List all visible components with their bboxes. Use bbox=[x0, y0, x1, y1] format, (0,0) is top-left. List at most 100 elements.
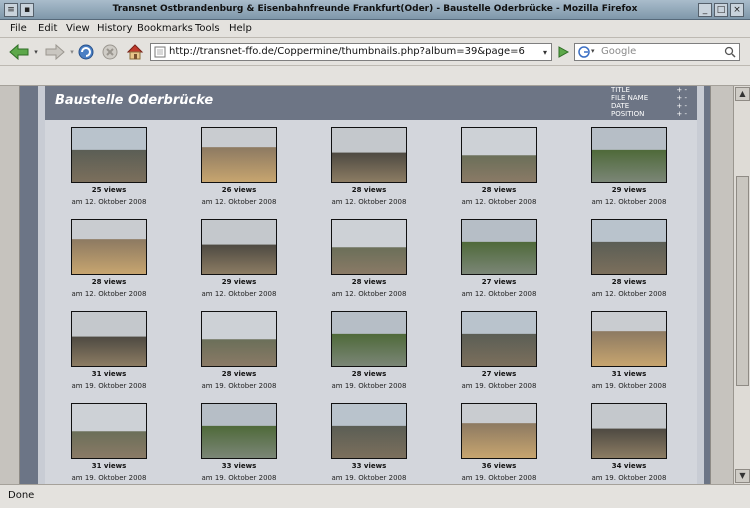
scrollbar-thumb[interactable] bbox=[736, 176, 749, 386]
thumbnail-image[interactable] bbox=[331, 311, 407, 367]
thumbnail-views: 28 views bbox=[351, 278, 387, 286]
thumbnail-image[interactable] bbox=[331, 219, 407, 275]
thumbnail-views: 28 views bbox=[351, 370, 387, 378]
thumbnail-date: am 19. Oktober 2008 bbox=[71, 474, 147, 482]
url-text: http://transnet-ffo.de/Coppermine/thumbn… bbox=[169, 46, 525, 57]
reload-icon bbox=[78, 44, 94, 60]
menu-history[interactable]: History bbox=[97, 23, 133, 34]
thumbnail-date: am 19. Oktober 2008 bbox=[461, 474, 537, 482]
sort-arrows-icon[interactable]: + - bbox=[676, 86, 687, 94]
scroll-up-button[interactable]: ▲ bbox=[735, 87, 750, 101]
thumbnail-image[interactable] bbox=[461, 403, 537, 459]
thumbnail-views: 28 views bbox=[481, 186, 517, 194]
page-content: Baustelle Oderbrücke TITLE + - FILE NAME +… bbox=[0, 86, 733, 484]
thumbnail-image[interactable] bbox=[591, 219, 667, 275]
stop-icon bbox=[102, 44, 118, 60]
window-title: Transnet Ostbrandenburg & Eisenbahnfreun… bbox=[112, 4, 638, 14]
sort-file-name[interactable]: FILE NAME + - bbox=[611, 94, 687, 102]
search-engine-dropdown-icon[interactable]: ▾ bbox=[591, 47, 595, 55]
menu-file[interactable]: File bbox=[10, 23, 27, 34]
thumbnail-date: am 19. Oktober 2008 bbox=[201, 382, 277, 390]
bookmarks-toolbar bbox=[0, 66, 750, 86]
gallery-frame: Baustelle Oderbrücke TITLE + - FILE NAME +… bbox=[38, 86, 704, 484]
status-bar: Done bbox=[0, 484, 750, 508]
thumbnail-image[interactable] bbox=[201, 311, 277, 367]
scroll-down-button[interactable]: ▼ bbox=[735, 469, 750, 483]
sort-arrows-icon[interactable]: + - bbox=[676, 110, 687, 118]
google-engine-icon[interactable] bbox=[578, 46, 590, 58]
album-title: Baustelle Oderbrücke bbox=[55, 93, 214, 108]
thumbnail-views: 31 views bbox=[611, 370, 647, 378]
home-button[interactable] bbox=[124, 42, 146, 62]
thumbnail-image[interactable] bbox=[331, 127, 407, 183]
thumbnail-image[interactable] bbox=[201, 403, 277, 459]
thumbnail-image[interactable] bbox=[201, 127, 277, 183]
search-box[interactable]: ▾ Google bbox=[574, 43, 740, 61]
thumbnail-image[interactable] bbox=[591, 311, 667, 367]
forward-history-dropdown[interactable]: ▾ bbox=[68, 42, 76, 62]
thumbnail-views: 29 views bbox=[221, 278, 257, 286]
thumbnail-views: 29 views bbox=[611, 186, 647, 194]
navigation-toolbar: ▾ ▾ http://transnet-ffo.de/Coppermine/th… bbox=[0, 38, 750, 66]
search-icon[interactable] bbox=[724, 46, 736, 58]
site-favicon-icon bbox=[154, 46, 166, 58]
thumbnail-views: 34 views bbox=[611, 462, 647, 470]
sort-date[interactable]: DATE + - bbox=[611, 102, 687, 110]
sort-arrows-icon[interactable]: + - bbox=[676, 94, 687, 102]
forward-button[interactable] bbox=[42, 42, 68, 62]
menu-bookmarks[interactable]: Bookmarks bbox=[137, 23, 193, 34]
close-button[interactable]: × bbox=[730, 3, 744, 17]
thumbnail-image[interactable] bbox=[461, 311, 537, 367]
thumbnail-image[interactable] bbox=[331, 403, 407, 459]
thumbnail-image[interactable] bbox=[71, 219, 147, 275]
window-menu-button[interactable]: ≡ bbox=[4, 3, 18, 17]
thumbnail-image[interactable] bbox=[591, 403, 667, 459]
thumbnail-views: 25 views bbox=[91, 186, 127, 194]
thumbnail-date: am 12. Oktober 2008 bbox=[71, 290, 147, 298]
menu-edit[interactable]: Edit bbox=[38, 23, 57, 34]
thumbnail-views: 31 views bbox=[91, 462, 127, 470]
sort-position[interactable]: POSITION + - bbox=[611, 110, 687, 118]
thumbnail-image[interactable] bbox=[591, 127, 667, 183]
thumbnail-image[interactable] bbox=[461, 219, 537, 275]
thumbnail-date: am 19. Oktober 2008 bbox=[591, 474, 667, 482]
menu-view[interactable]: View bbox=[66, 23, 90, 34]
thumbnail-views: 27 views bbox=[481, 278, 517, 286]
window-titlebar: ≡ ▪ Transnet Ostbrandenburg & Eisenbahnf… bbox=[0, 0, 750, 20]
thumbnail-date: am 12. Oktober 2008 bbox=[71, 198, 147, 206]
thumbnail-date: am 12. Oktober 2008 bbox=[461, 198, 537, 206]
back-history-dropdown[interactable]: ▾ bbox=[32, 42, 40, 62]
thumbnail-image[interactable] bbox=[461, 127, 537, 183]
thumbnail-views: 28 views bbox=[351, 186, 387, 194]
thumbnail-date: am 19. Oktober 2008 bbox=[331, 382, 407, 390]
thumbnail-image[interactable] bbox=[71, 311, 147, 367]
thumbnail-date: am 19. Oktober 2008 bbox=[331, 474, 407, 482]
thumbnail-image[interactable] bbox=[71, 403, 147, 459]
menu-help[interactable]: Help bbox=[229, 23, 252, 34]
thumbnail-date: am 12. Oktober 2008 bbox=[201, 198, 277, 206]
stop-button[interactable] bbox=[100, 42, 120, 62]
go-button[interactable] bbox=[554, 42, 572, 62]
reload-button[interactable] bbox=[76, 42, 96, 62]
sort-title[interactable]: TITLE + - bbox=[611, 86, 687, 94]
thumbnail-date: am 12. Oktober 2008 bbox=[331, 198, 407, 206]
address-bar[interactable]: http://transnet-ffo.de/Coppermine/thumbn… bbox=[150, 43, 552, 61]
menu-tools[interactable]: Tools bbox=[195, 23, 220, 34]
url-history-dropdown[interactable]: ▾ bbox=[538, 42, 552, 62]
maximize-button[interactable]: □ bbox=[714, 3, 728, 17]
thumbnail-date: am 12. Oktober 2008 bbox=[331, 290, 407, 298]
vertical-scrollbar[interactable]: ▲ ▼ bbox=[733, 86, 750, 484]
thumbnail-image[interactable] bbox=[71, 127, 147, 183]
back-button[interactable] bbox=[6, 42, 32, 62]
sort-file-name-label: FILE NAME bbox=[611, 94, 649, 102]
sort-arrows-icon[interactable]: + - bbox=[676, 102, 687, 110]
window-pin-button[interactable]: ▪ bbox=[20, 3, 34, 17]
minimize-button[interactable]: _ bbox=[698, 3, 712, 17]
thumbnail-views: 28 views bbox=[611, 278, 647, 286]
thumbnail-views: 33 views bbox=[221, 462, 257, 470]
sort-options: TITLE + - FILE NAME + - DATE + - POSITION + … bbox=[611, 86, 687, 118]
thumbnail-image[interactable] bbox=[201, 219, 277, 275]
thumbnail-views: 33 views bbox=[351, 462, 387, 470]
left-page-margin bbox=[0, 86, 20, 484]
back-arrow-icon bbox=[9, 44, 29, 60]
